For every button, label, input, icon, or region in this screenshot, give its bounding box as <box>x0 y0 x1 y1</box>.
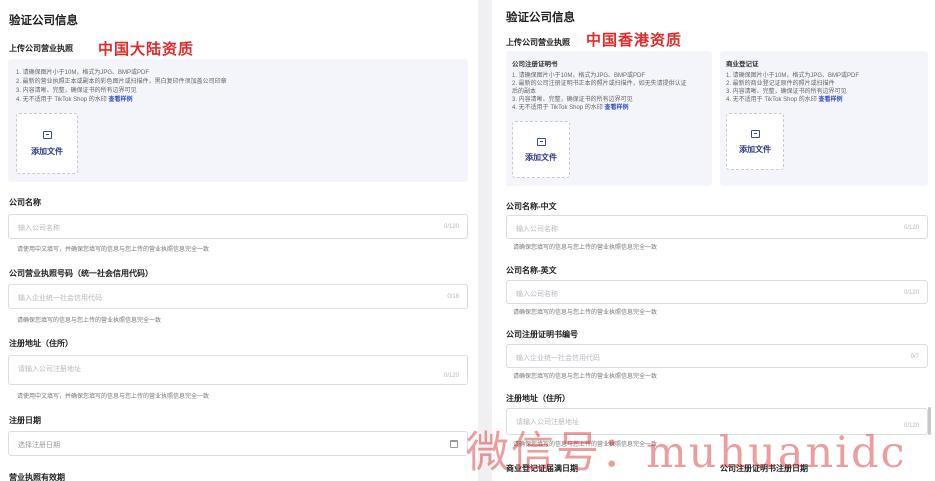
requirement-line: 1. 请确保图片小于10M，格式为JPG、BMP或PDF <box>16 70 150 76</box>
license-number-hint: 请确保您填写的信息与您上传的营业执照信息完全一致 <box>17 318 162 324</box>
add-file-label: 添加文件 <box>31 147 63 156</box>
page-title: 验证公司信息 <box>506 12 575 24</box>
requirement-line: 4. 无不适用于 TikTok Shop 的水印 查看样例 <box>726 94 843 103</box>
scrollbar-thumb[interactable] <box>928 407 931 435</box>
add-file-button[interactable]: 添加文件 <box>726 113 784 170</box>
requirement-text: 4. 无不适用于 TikTok Shop 的水印 <box>16 97 107 103</box>
cert-incorp-title: 公司注册证明书 <box>512 61 558 68</box>
br-expiry-label: 商业登记证届满日期 <box>506 464 578 473</box>
add-file-label: 添加文件 <box>525 153 557 162</box>
char-counter: 0/120 <box>443 224 459 230</box>
reg-date-placeholder: 选择注册日期 <box>18 442 60 449</box>
requirement-text: 4. 无不适用于 TikTok Shop 的水印 <box>512 105 603 111</box>
reg-date-picker[interactable]: 选择注册日期 <box>8 431 468 456</box>
requirement-line: 3. 内容清晰、完整，确保证书的所有边界可见 <box>16 88 137 94</box>
hongkong-annotation: 中国香港资质 <box>586 31 683 49</box>
add-file-button[interactable]: 添加文件 <box>512 121 570 178</box>
cert-incorp-box: 公司注册证明书 1. 请确保图片小于10M，格式为JPG、BMP或PDF 2. … <box>506 51 712 186</box>
panel-divider <box>478 0 492 481</box>
name-en-label: 公司名称-英文 <box>506 266 557 275</box>
name-cn-hint: 请确保您填写的信息与您上传的营业执照信息完全一致 <box>513 245 658 251</box>
address-input[interactable]: 请输入公司注册地址 0/120 <box>506 408 928 435</box>
name-cn-input[interactable]: 输入公司名称 0/120 <box>506 215 928 239</box>
requirement-line: 4. 无不适用于 TikTok Shop 的水印 查看样例 <box>512 102 629 111</box>
cert-number-hint: 请确保您填写的信息与您上传的营业执照信息完全一致 <box>513 374 658 380</box>
name-cn-label: 公司名称-中文 <box>506 202 557 211</box>
license-number-placeholder: 输入企业统一社会信用代码 <box>18 295 102 302</box>
name-en-placeholder: 输入公司名称 <box>516 291 558 298</box>
address-label: 注册地址（住所） <box>9 339 73 348</box>
view-sample-link[interactable]: 查看样例 <box>108 97 132 103</box>
company-name-placeholder: 输入公司名称 <box>18 225 60 232</box>
validity-label: 营业执照有效期 <box>9 473 65 481</box>
add-file-button[interactable]: 添加文件 <box>16 113 78 174</box>
cert-number-input[interactable]: 输入企业统一社会信用代码 0/7 <box>506 344 928 368</box>
name-en-input[interactable]: 输入公司名称 0/120 <box>506 280 928 304</box>
upload-section-label: 上传公司营业执照 <box>9 44 73 53</box>
requirement-line: 4. 无不适用于 TikTok Shop 的水印 查看样例 <box>16 94 133 103</box>
requirement-line: 2. 最新的营业执照正本或副本的彩色图片或扫描件，黑白复印件须加盖公司印章 <box>16 79 227 85</box>
requirement-text: 4. 无不适用于 TikTok Shop 的水印 <box>726 97 817 103</box>
name-cn-placeholder: 输入公司名称 <box>516 226 558 233</box>
file-upload-icon <box>751 130 760 138</box>
company-name-input[interactable]: 输入公司名称 0/120 <box>8 214 468 239</box>
business-reg-box: 商业登记证 1. 请确保图片小于10M，格式为JPG、BMP或PDF 2. 最新… <box>720 51 928 186</box>
cert-number-placeholder: 输入企业统一社会信用代码 <box>516 355 600 362</box>
char-counter: 0/120 <box>903 423 919 429</box>
company-name-hint: 请使用中文填写，并确保您填写的信息与您上传的营业执照信息完全一致 <box>17 247 210 253</box>
address-input[interactable]: 请输入公司注册地址 0/120 <box>8 355 468 385</box>
requirements-box: 1. 请确保图片小于10M，格式为JPG、BMP或PDF 2. 最新的营业执照正… <box>8 59 468 182</box>
char-counter: 0/120 <box>903 225 919 231</box>
calendar-icon <box>450 440 458 448</box>
business-reg-title: 商业登记证 <box>726 61 759 68</box>
company-name-label: 公司名称 <box>9 198 41 207</box>
requirement-line: 2. 最新的公司注册证明书正本的照片或扫描件，如无失请提供认证 <box>512 81 687 87</box>
license-number-input[interactable]: 输入企业统一社会信用代码 0/18 <box>8 284 468 309</box>
char-counter: 0/7 <box>910 354 919 360</box>
right-panel: 验证公司信息 上传公司营业执照 中国香港资质 公司注册证明书 1. 请确保图片小… <box>492 0 935 481</box>
address-hint: 请确保您填写的信息与您上传的营业执照信息完全一致 <box>513 442 658 448</box>
view-sample-link[interactable]: 查看样例 <box>818 97 842 103</box>
license-number-label: 公司营业执照号码（统一社会信用代码） <box>9 269 153 278</box>
char-counter: 0/120 <box>903 290 919 296</box>
upload-section-label: 上传公司营业执照 <box>506 38 570 47</box>
file-upload-icon <box>537 138 546 146</box>
view-sample-link[interactable]: 查看样例 <box>604 105 628 111</box>
mainland-annotation: 中国大陆资质 <box>98 40 195 58</box>
address-placeholder: 请输入公司注册地址 <box>516 419 579 426</box>
name-en-hint: 请确保您填写的信息与您上传的营业执照信息完全一致 <box>513 310 658 316</box>
char-counter: 0/120 <box>443 373 459 379</box>
left-panel: 验证公司信息 上传公司营业执照 中国大陆资质 1. 请确保图片小于10M，格式为… <box>0 0 478 481</box>
file-upload-icon <box>43 131 52 139</box>
address-hint: 请使用中文填写，并确保您填写的信息与您上传的营业执照信息完全一致 <box>17 394 210 400</box>
page-title: 验证公司信息 <box>9 15 78 27</box>
add-file-label: 添加文件 <box>739 145 771 154</box>
reg-date-label: 注册日期 <box>9 416 41 425</box>
cert-number-label: 公司注册证明书编号 <box>506 330 578 339</box>
char-counter: 0/18 <box>447 294 459 300</box>
address-label: 注册地址（住所） <box>506 394 570 403</box>
ci-reg-date-label: 公司注册证明书注册日期 <box>720 464 808 473</box>
address-placeholder: 请输入公司注册地址 <box>18 366 81 373</box>
